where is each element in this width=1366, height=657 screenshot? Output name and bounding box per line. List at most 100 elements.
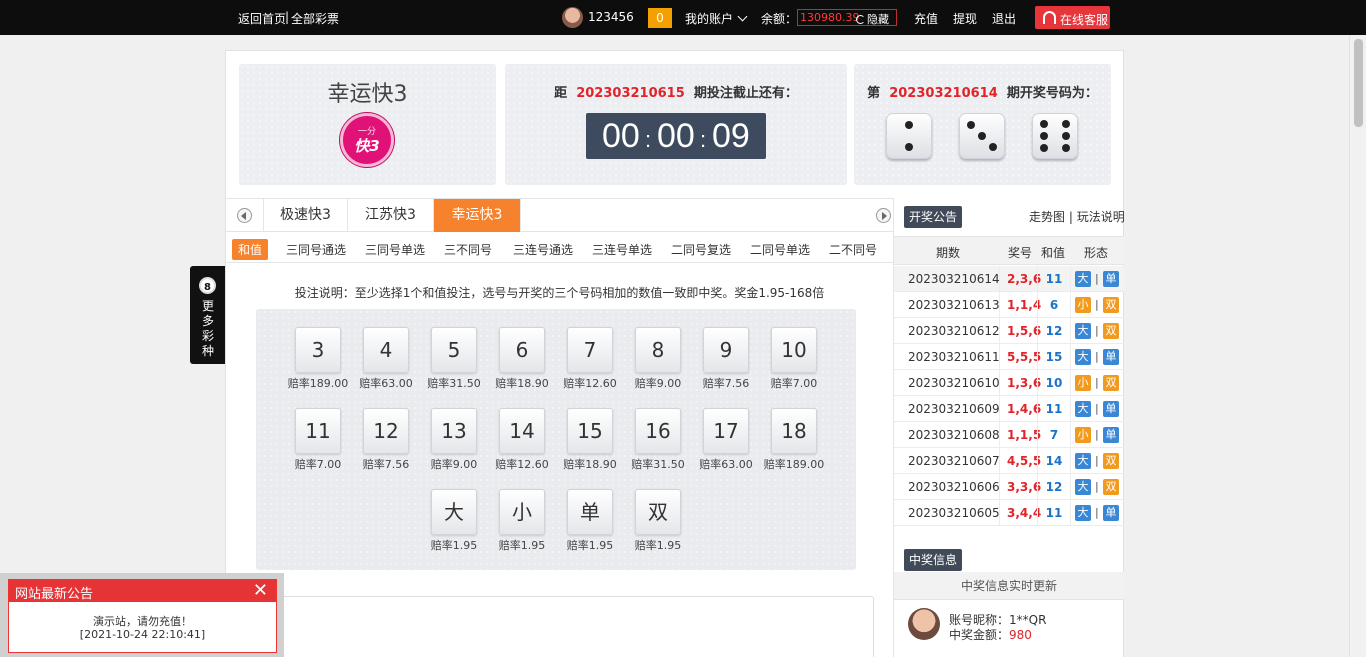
bet-chip[interactable]: 小 <box>499 489 545 535</box>
bet-chip[interactable]: 11 <box>295 408 341 454</box>
notice-text: 演示站，请勿充值！ <box>93 615 192 628</box>
cell-divider <box>1037 344 1038 370</box>
bet-chip[interactable]: 10 <box>771 327 817 373</box>
bet-chip[interactable]: 16 <box>635 408 681 454</box>
bet-odds: 赔率1.95 <box>430 539 478 552</box>
cell-divider <box>1037 396 1038 422</box>
subtab-straight-all[interactable]: 三连号通选 <box>513 241 573 258</box>
countdown-suffix: 期投注截止还有： <box>693 86 798 101</box>
logout-link[interactable]: 退出 <box>992 10 1016 27</box>
bet-chip[interactable]: 双 <box>635 489 681 535</box>
rules-link[interactable]: 玩法说明 <box>1077 210 1125 224</box>
result-issue: 202303210614 <box>908 272 1000 286</box>
parity-badge: 双 <box>1103 323 1119 339</box>
winner-avatar <box>908 608 940 640</box>
subtab-triple-single[interactable]: 三同号单选 <box>365 241 425 258</box>
header-sum: 和值 <box>1041 246 1066 260</box>
game-logo-main-text: 快3 <box>354 137 380 155</box>
subtab-two-different[interactable]: 二不同号 <box>829 241 877 258</box>
online-service-label: 在线客服 <box>1060 13 1109 27</box>
bet-odds: 赔率7.56 <box>702 377 750 390</box>
bet-chip[interactable]: 9 <box>703 327 749 373</box>
result-issue: 202303210610 <box>908 376 1000 390</box>
size-badge: 大 <box>1075 479 1091 495</box>
bet-chip[interactable]: 3 <box>295 327 341 373</box>
dice-pip <box>905 143 913 151</box>
hide-balance-button[interactable]: 隐藏 <box>856 11 889 27</box>
subtab-straight-single[interactable]: 三连号单选 <box>592 241 652 258</box>
hide-label: 隐藏 <box>867 13 889 26</box>
bet-chip[interactable]: 8 <box>635 327 681 373</box>
more-lotteries-tab[interactable]: 8 更多彩种 <box>190 266 225 364</box>
cell-divider <box>1070 396 1071 422</box>
bet-odds: 赔率189.00 <box>287 377 349 390</box>
tab-jiangsu-k3[interactable]: 江苏快3 <box>348 199 434 232</box>
bet-area: 3 赔率189.00 4 赔率63.00 5 赔率31.50 6 赔率18.90 7 赔率12.6… <box>256 309 856 570</box>
bet-chip[interactable]: 14 <box>499 408 545 454</box>
subtab-triple-all[interactable]: 三同号通选 <box>286 241 346 258</box>
user-avatar[interactable] <box>562 7 583 28</box>
bet-chip[interactable]: 18 <box>771 408 817 454</box>
bet-chip[interactable]: 单 <box>567 489 613 535</box>
close-icon[interactable]: ✕ <box>253 580 268 602</box>
bet-chip[interactable]: 4 <box>363 327 409 373</box>
pattern-divider: | <box>1095 454 1099 467</box>
subtab-pair-multi[interactable]: 二同号复选 <box>671 241 731 258</box>
home-link[interactable]: 返回首页 <box>238 10 286 27</box>
result-sum: 7 <box>1049 428 1059 442</box>
withdraw-link[interactable]: 提现 <box>953 10 977 27</box>
cell-divider <box>1037 318 1038 344</box>
cell-divider <box>1070 318 1071 344</box>
bet-odds: 赔率189.00 <box>763 458 825 471</box>
cell-divider <box>1070 292 1071 318</box>
cell-divider <box>999 448 1000 474</box>
header-numbers: 奖号 <box>1008 246 1033 260</box>
online-service-button[interactable]: 在线客服 <box>1035 6 1110 29</box>
pattern-divider: | <box>1095 480 1099 493</box>
bet-chip[interactable]: 5 <box>431 327 477 373</box>
bet-chip[interactable]: 13 <box>431 408 477 454</box>
countdown-timer: 00 : 00 : 09 <box>586 113 766 159</box>
page-scrollbar[interactable] <box>1349 35 1366 657</box>
all-lottery-link[interactable]: 全部彩票 <box>291 10 339 27</box>
bet-chip[interactable]: 大 <box>431 489 477 535</box>
notice-popup: 网站最新公告 ✕ 演示站，请勿充值！ [2021-10-24 22:10:41] <box>0 573 284 657</box>
dice-pip <box>1040 120 1048 128</box>
dice-pip <box>1040 144 1048 152</box>
message-count-badge[interactable]: 0 <box>648 8 672 28</box>
recharge-link[interactable]: 充值 <box>914 10 938 27</box>
scrollbar-thumb[interactable] <box>1354 39 1363 127</box>
size-badge: 大 <box>1075 349 1091 365</box>
bet-odds: 赔率1.95 <box>566 539 614 552</box>
result-row: 202303210609 1,4,6 11 大 | 单 <box>894 396 1124 422</box>
cell-divider <box>999 370 1000 396</box>
bet-chip[interactable]: 15 <box>567 408 613 454</box>
lottery-tabs: 极速快3 江苏快3 幸运快3 <box>226 198 893 232</box>
tab-xingyun-k3[interactable]: 幸运快3 <box>434 199 521 232</box>
dice-pip <box>978 132 986 140</box>
cell-divider <box>1070 500 1071 526</box>
tab-scroll-left-icon[interactable] <box>237 208 252 223</box>
subtab-sum[interactable]: 和值 <box>232 239 269 260</box>
size-badge: 小 <box>1075 427 1091 443</box>
bet-chip[interactable]: 7 <box>567 327 613 373</box>
result-row: 202303210610 1,3,6 10 小 | 双 <box>894 370 1124 396</box>
bet-odds: 赔率18.90 <box>563 458 617 471</box>
result-row: 202303210605 3,4,4 11 大 | 单 <box>894 500 1124 526</box>
subtab-pair-single[interactable]: 二同号单选 <box>750 241 810 258</box>
timer-hours: 00 <box>602 117 640 155</box>
bet-chip[interactable]: 6 <box>499 327 545 373</box>
my-account-menu[interactable]: 我的账户 <box>685 10 748 27</box>
countdown-issue: 202303210615 <box>576 86 685 101</box>
trend-chart-link[interactable]: 走势图 <box>1029 210 1065 224</box>
tab-jisu-k3[interactable]: 极速快3 <box>263 199 348 232</box>
size-badge: 大 <box>1075 271 1091 287</box>
bet-chip[interactable]: 12 <box>363 408 409 454</box>
cell-divider <box>1037 422 1038 448</box>
tab-scroll-right-icon[interactable] <box>876 208 891 223</box>
bet-chip[interactable]: 17 <box>703 408 749 454</box>
username: 123456 <box>588 10 634 24</box>
dice-pip <box>905 121 913 129</box>
dice-pip <box>989 143 997 151</box>
subtab-three-different[interactable]: 三不同号 <box>444 241 492 258</box>
